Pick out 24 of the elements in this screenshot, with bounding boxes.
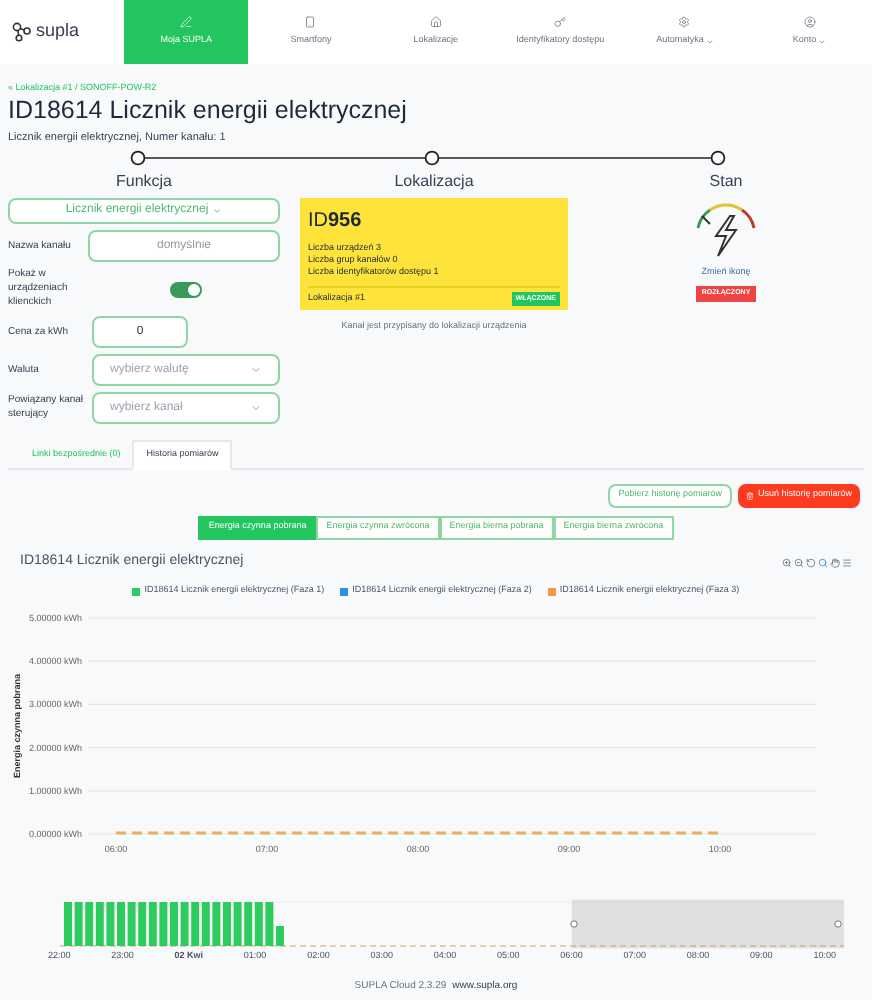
section-heading: Lokalizacja [394,170,474,194]
menu-icon[interactable] [842,557,852,567]
trash-icon [745,491,754,500]
reset-icon[interactable] [806,557,816,567]
house-icon [429,16,442,29]
caret-icon [250,364,262,376]
smartphone-icon [304,16,317,29]
toggle-switch[interactable] [170,281,202,297]
caret-icon [250,402,262,414]
page-title: ID18614 Licznik energii elektrycznej [8,95,409,124]
hand-icon[interactable] [830,557,840,567]
search-icon[interactable] [818,557,828,567]
user-icon [803,16,816,29]
key-icon [554,16,567,29]
location-id: ID956 [308,208,364,236]
settings-icon [678,16,691,29]
zoom-in-icon[interactable] [782,557,792,567]
logo-text: supla [36,18,80,45]
logo-icon [12,22,32,42]
section-heading: Stan [709,170,743,194]
caret-icon [212,206,223,216]
pen-icon [180,16,193,29]
section-heading: Funkcja [113,170,174,194]
zoom-out-icon[interactable] [794,557,804,567]
